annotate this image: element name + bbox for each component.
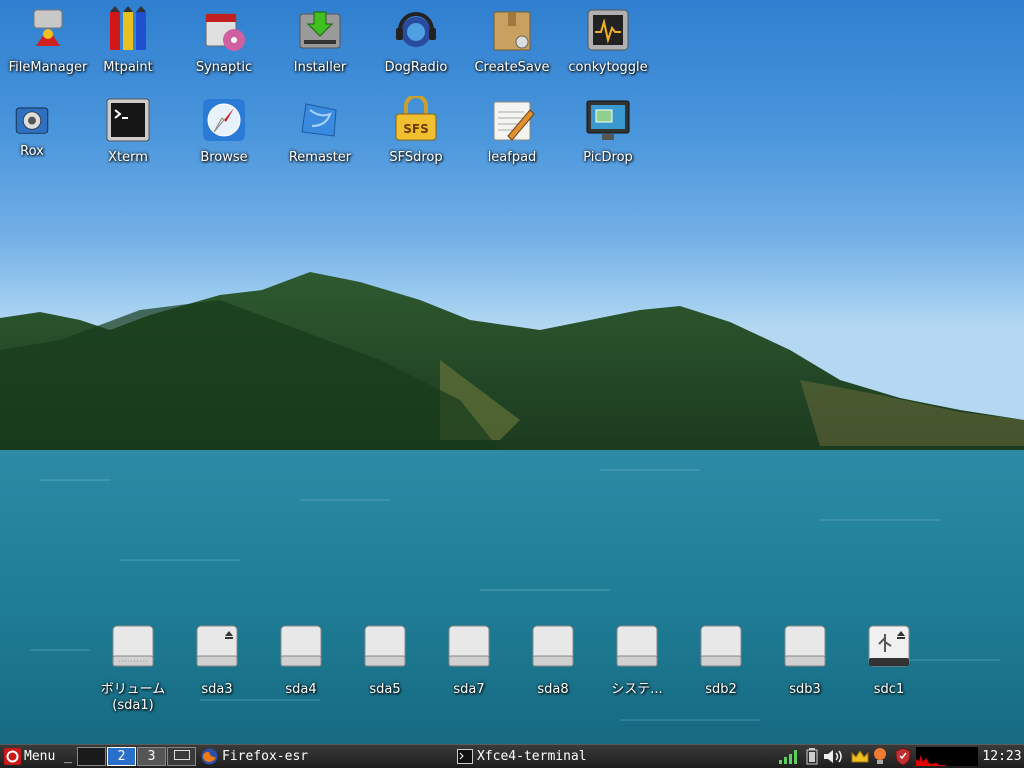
task-label: Firefox-esr bbox=[222, 749, 309, 764]
drive-icon bbox=[532, 625, 574, 667]
drive-icon bbox=[280, 625, 322, 667]
icon-label: Mtpaint bbox=[103, 60, 153, 75]
pager-label: 3 bbox=[147, 749, 156, 764]
task-label: Xfce4-terminal bbox=[477, 749, 587, 764]
firefox-icon bbox=[201, 748, 218, 765]
icon-label: Remaster bbox=[288, 150, 352, 165]
conkytoggle-icon bbox=[587, 9, 629, 51]
cpu-graph bbox=[916, 755, 946, 766]
drive-icon-3[interactable]: sda5 bbox=[343, 624, 427, 698]
desktop-icon-installer[interactable]: Installer bbox=[272, 6, 368, 75]
sfs-badge: SFS bbox=[403, 122, 428, 136]
drive-label: sdb2 bbox=[705, 682, 737, 697]
drive-icon bbox=[364, 625, 406, 667]
lightbulb-icon[interactable] bbox=[872, 747, 888, 766]
icon-label: PicDrop bbox=[583, 150, 633, 165]
drive-label: sda3 bbox=[201, 682, 233, 697]
drive-label: sdc1 bbox=[873, 682, 905, 697]
drive-icon-8[interactable]: sdb3 bbox=[763, 624, 847, 698]
menu-button[interactable]: Menu _ bbox=[2, 745, 72, 768]
clock[interactable]: 12:23 bbox=[980, 745, 1024, 768]
createsave-icon bbox=[493, 11, 531, 51]
pager-desktop-4[interactable] bbox=[167, 747, 196, 766]
volume-icon[interactable] bbox=[822, 748, 846, 765]
mtpaint-icon bbox=[110, 6, 146, 50]
drive-label: ボリューム (sda1) bbox=[100, 682, 166, 713]
icon-label: DogRadio bbox=[384, 60, 448, 75]
drive-icon-4[interactable]: sda7 bbox=[427, 624, 511, 698]
task-terminal[interactable]: Xfce4-terminal bbox=[456, 745, 711, 768]
shield-icon[interactable] bbox=[894, 747, 912, 766]
desktop-icon-leafpad[interactable]: leafpad bbox=[464, 96, 560, 165]
terminal-icon bbox=[457, 749, 473, 764]
crown-icon[interactable] bbox=[850, 748, 870, 765]
drive-label: sda7 bbox=[453, 682, 485, 697]
icon-label: Rox bbox=[20, 144, 44, 159]
usb-drive-icon bbox=[868, 625, 910, 667]
sfsdrop-icon: SFS bbox=[395, 94, 437, 141]
drive-label: sda8 bbox=[537, 682, 569, 697]
drive-icon-0[interactable]: ボリューム (sda1) bbox=[91, 624, 175, 714]
drive-icon-2[interactable]: sda4 bbox=[259, 624, 343, 698]
drive-icon-7[interactable]: sdb2 bbox=[679, 624, 763, 698]
drive-icon bbox=[784, 625, 826, 667]
desktop-icon-conkytoggle[interactable]: conkytoggle bbox=[560, 6, 656, 75]
menu-label: Menu bbox=[24, 749, 56, 764]
dogradio-icon bbox=[396, 12, 436, 47]
drive-label: sda5 bbox=[369, 682, 401, 697]
icon-label: Xterm bbox=[108, 150, 148, 165]
desktop-icon-sfsdrop[interactable]: SFS SFSdrop bbox=[368, 94, 464, 165]
drive-icon bbox=[448, 625, 490, 667]
rox-icon bbox=[15, 107, 49, 134]
installer-icon bbox=[299, 11, 341, 49]
icon-label: Installer bbox=[293, 60, 347, 75]
window-thumb-icon bbox=[174, 750, 190, 760]
icon-label: conkytoggle bbox=[568, 60, 648, 75]
desktop-icon-synaptic[interactable]: Synaptic bbox=[176, 6, 272, 75]
pager-desktop-3[interactable]: 3 bbox=[137, 747, 166, 766]
xterm-icon bbox=[106, 98, 150, 142]
icon-label: SFSdrop bbox=[389, 150, 443, 165]
drive-label: sda4 bbox=[285, 682, 317, 697]
browse-icon bbox=[203, 99, 245, 141]
battery-icon[interactable] bbox=[806, 748, 818, 765]
menu-icon bbox=[4, 748, 21, 765]
desktop-icon-xterm[interactable]: Xterm bbox=[80, 96, 176, 165]
drive-icon bbox=[616, 625, 658, 667]
drive-icon-5[interactable]: sda8 bbox=[511, 624, 595, 698]
task-firefox[interactable]: Firefox-esr bbox=[200, 745, 445, 768]
icon-label: Synaptic bbox=[195, 60, 253, 75]
drive-icon-1[interactable]: sda3 bbox=[175, 624, 259, 698]
desktop-icon-remaster[interactable]: Remaster bbox=[272, 96, 368, 165]
picdrop-icon bbox=[586, 100, 630, 140]
desktop-icon-picdrop[interactable]: PicDrop bbox=[560, 96, 656, 165]
desktop-icon-mtpaint[interactable]: Mtpaint bbox=[80, 6, 176, 75]
cpu-graph-icon[interactable] bbox=[916, 747, 978, 766]
drive-label: システ... bbox=[611, 682, 663, 697]
pager-label: 2 bbox=[117, 749, 126, 764]
desktop-icon-rox[interactable]: Rox bbox=[0, 100, 80, 159]
desktop: FileManager Mtpaint Synaptic Installer D… bbox=[0, 0, 1024, 744]
desktop-icon-createsave[interactable]: CreateSave bbox=[464, 6, 560, 75]
icon-label: CreateSave bbox=[474, 60, 550, 75]
leafpad-icon bbox=[493, 101, 535, 141]
desktop-icon-dogradio[interactable]: DogRadio bbox=[368, 6, 464, 75]
drive-label: sdb3 bbox=[789, 682, 821, 697]
pager-desktop-1[interactable] bbox=[77, 747, 106, 766]
remaster-icon bbox=[301, 103, 337, 137]
file-manager-icon bbox=[33, 9, 63, 46]
taskbar: Menu _ 2 3 Firefox-esr Xfce4-terminal 12… bbox=[0, 744, 1024, 768]
icon-label: Browse bbox=[200, 150, 248, 165]
menu-separator: _ bbox=[64, 749, 72, 764]
drive-icon bbox=[700, 625, 742, 667]
signal-icon[interactable] bbox=[778, 748, 800, 765]
drive-mounted-icon bbox=[196, 625, 238, 667]
drive-icon-9[interactable]: sdc1 bbox=[847, 624, 931, 698]
icon-label: leafpad bbox=[487, 150, 537, 165]
desktop-icon-browse[interactable]: Browse bbox=[176, 96, 272, 165]
drive-icon bbox=[112, 625, 154, 667]
synaptic-icon bbox=[205, 13, 245, 51]
drive-icon-6[interactable]: システ... bbox=[595, 624, 679, 698]
pager-desktop-2[interactable]: 2 bbox=[107, 747, 136, 766]
